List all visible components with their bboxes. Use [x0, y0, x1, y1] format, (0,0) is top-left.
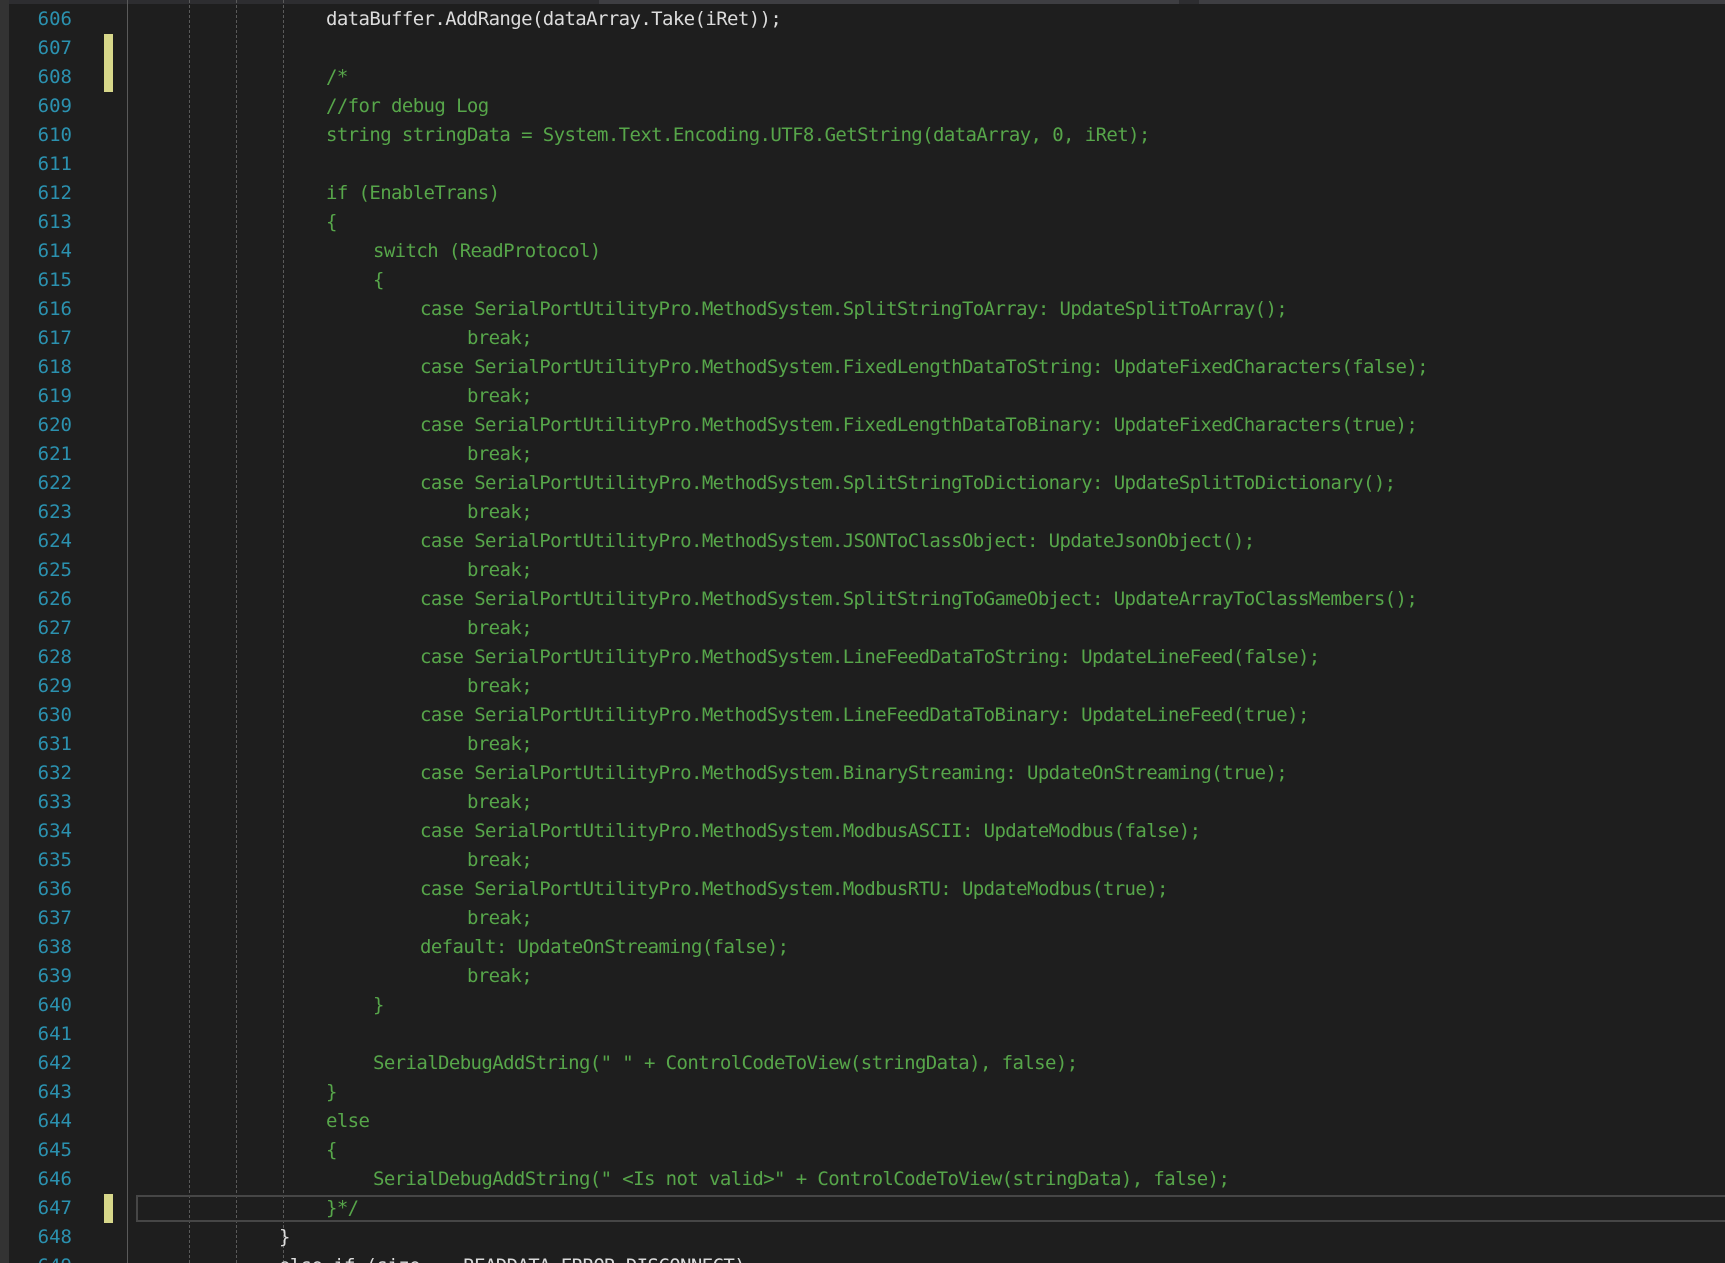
line-number: 616: [37, 298, 72, 320]
code-text: break;: [467, 907, 533, 929]
indent-guide: [236, 0, 237, 1263]
code-text: break;: [467, 385, 533, 407]
code-text: break;: [467, 733, 533, 755]
line-number: 636: [37, 878, 72, 900]
line-number: 647: [37, 1197, 72, 1219]
code-text: case SerialPortUtilityPro.MethodSystem.M…: [420, 878, 1168, 900]
line-number: 646: [37, 1168, 72, 1190]
code-text: case SerialPortUtilityPro.MethodSystem.J…: [420, 530, 1255, 552]
change-marker: [104, 34, 113, 63]
line-number: 609: [37, 95, 72, 117]
line-number: 645: [37, 1139, 72, 1161]
line-number: 625: [37, 559, 72, 581]
line-number: 624: [37, 530, 72, 552]
editor-top-border: [9, 0, 1725, 4]
code-text: {: [326, 211, 337, 233]
code-text: SerialDebugAddString(" " + ControlCodeTo…: [373, 1052, 1078, 1074]
line-number: 611: [37, 153, 72, 175]
code-text: break;: [467, 559, 533, 581]
line-number: 628: [37, 646, 72, 668]
line-number: 618: [37, 356, 72, 378]
line-number: 632: [37, 762, 72, 784]
line-number: 617: [37, 327, 72, 349]
line-number: 621: [37, 443, 72, 465]
line-number: 634: [37, 820, 72, 842]
line-number: 615: [37, 269, 72, 291]
code-text: {: [373, 269, 384, 291]
code-text: case SerialPortUtilityPro.MethodSystem.S…: [420, 588, 1418, 610]
line-number: 643: [37, 1081, 72, 1103]
line-number: 638: [37, 936, 72, 958]
code-text: case SerialPortUtilityPro.MethodSystem.S…: [420, 472, 1396, 494]
code-text: dataBuffer.AddRange(dataArray.Take(iRet)…: [326, 8, 782, 30]
code-text: SerialDebugAddString(" <Is not valid>" +…: [373, 1168, 1230, 1190]
line-number: 619: [37, 385, 72, 407]
code-text: }: [326, 1081, 337, 1103]
line-number: 620: [37, 414, 72, 436]
code-text: case SerialPortUtilityPro.MethodSystem.F…: [420, 356, 1429, 378]
code-text: }: [373, 994, 384, 1016]
change-marker: [104, 1194, 113, 1223]
code-text: {: [326, 1139, 337, 1161]
line-number: 606: [37, 8, 72, 30]
code-text: }: [279, 1226, 290, 1248]
line-number: 644: [37, 1110, 72, 1132]
line-number: 635: [37, 849, 72, 871]
code-text: break;: [467, 501, 533, 523]
code-text: break;: [467, 965, 533, 987]
line-number: 607: [37, 37, 72, 59]
code-text: default: UpdateOnStreaming(false);: [420, 936, 789, 958]
line-number: 648: [37, 1226, 72, 1248]
code-text: break;: [467, 327, 533, 349]
code-text: /*: [326, 66, 348, 88]
line-number: 613: [37, 211, 72, 233]
code-text: switch (ReadProtocol): [373, 240, 601, 262]
line-number: 631: [37, 733, 72, 755]
code-text: case SerialPortUtilityPro.MethodSystem.M…: [420, 820, 1201, 842]
code-text: break;: [467, 791, 533, 813]
code-text: break;: [467, 443, 533, 465]
code-text: break;: [467, 617, 533, 639]
line-number: 622: [37, 472, 72, 494]
code-text: case SerialPortUtilityPro.MethodSystem.S…: [420, 298, 1288, 320]
code-text: string stringData = System.Text.Encoding…: [326, 124, 1150, 146]
line-number: 639: [37, 965, 72, 987]
editor-left-margin: [0, 0, 9, 1263]
indent-guide: [283, 0, 284, 1263]
code-text: case SerialPortUtilityPro.MethodSystem.L…: [420, 704, 1309, 726]
code-text: //for debug Log: [326, 95, 489, 117]
code-text: else: [326, 1110, 370, 1132]
code-text: case SerialPortUtilityPro.MethodSystem.B…: [420, 762, 1288, 784]
line-number: 612: [37, 182, 72, 204]
line-number: 610: [37, 124, 72, 146]
line-number: 642: [37, 1052, 72, 1074]
line-number: 633: [37, 791, 72, 813]
code-text: }*/: [326, 1197, 359, 1219]
line-number: 629: [37, 675, 72, 697]
line-number: 627: [37, 617, 72, 639]
indent-guide: [189, 0, 190, 1263]
code-editor[interactable]: 606 dataBuffer.AddRange(dataArray.Take(iR…: [0, 0, 1725, 1263]
change-marker: [104, 63, 113, 92]
line-number: 614: [37, 240, 72, 262]
line-number: 630: [37, 704, 72, 726]
line-number: 623: [37, 501, 72, 523]
current-line-highlight: [136, 1195, 1725, 1222]
code-text: break;: [467, 849, 533, 871]
code-text: if (EnableTrans): [326, 182, 500, 204]
line-number: 637: [37, 907, 72, 929]
code-text: case SerialPortUtilityPro.MethodSystem.F…: [420, 414, 1418, 436]
line-number: 641: [37, 1023, 72, 1045]
code-text: break;: [467, 675, 533, 697]
gutter-separator: [127, 0, 128, 1263]
code-text: else if (size == READDATA_ERROR_DISCONNE…: [279, 1252, 746, 1263]
line-number: 640: [37, 994, 72, 1016]
code-text: case SerialPortUtilityPro.MethodSystem.L…: [420, 646, 1320, 668]
line-number: 608: [37, 66, 72, 88]
line-number: 649: [22, 1252, 72, 1263]
line-number: 626: [37, 588, 72, 610]
